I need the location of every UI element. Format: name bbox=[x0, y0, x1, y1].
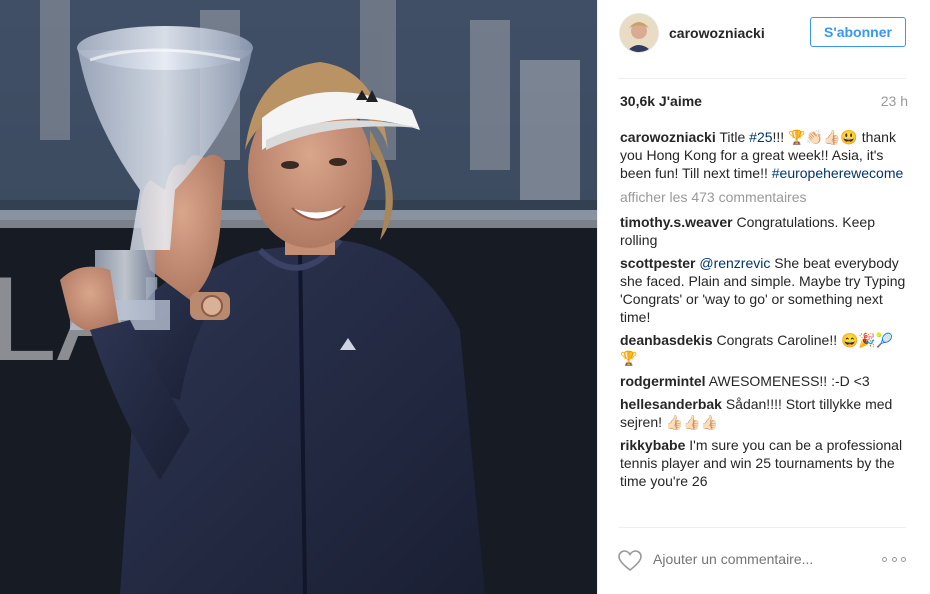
add-comment-input[interactable] bbox=[653, 551, 853, 567]
heart-icon[interactable] bbox=[618, 550, 642, 572]
comment-bar bbox=[618, 541, 908, 581]
comment-username[interactable]: hellesanderbak bbox=[620, 396, 722, 412]
comments-list[interactable]: carowozniacki Title #25!!! 🏆👏🏻👍🏻😃 thank … bbox=[620, 128, 906, 526]
caption-username[interactable]: carowozniacki bbox=[620, 129, 716, 145]
comments-divider bbox=[618, 527, 906, 528]
comment-item: rodgermintel AWESOMENESS!! :-D <3 bbox=[620, 372, 906, 390]
follow-button[interactable]: S'abonner bbox=[810, 17, 906, 47]
comment-username[interactable]: scottpester bbox=[620, 255, 695, 271]
header-divider bbox=[618, 78, 906, 79]
comment-item: deanbasdekis Congrats Caroline!! 😄🎉🎾🏆 bbox=[620, 331, 906, 367]
instagram-post: LAUDE bbox=[0, 0, 930, 594]
avatar-image bbox=[620, 14, 658, 52]
load-more-comments-link[interactable]: afficher les 473 commentaires bbox=[620, 188, 906, 206]
post-author-username[interactable]: carowozniacki bbox=[669, 25, 765, 41]
dot bbox=[891, 557, 897, 562]
hashtag-link[interactable]: #europeherewecome bbox=[772, 165, 904, 181]
comment-username[interactable]: rodgermintel bbox=[620, 373, 706, 389]
comment-item: scottpester @renzrevic She beat everybod… bbox=[620, 254, 906, 326]
comment-username[interactable]: timothy.s.weaver bbox=[620, 214, 733, 230]
avatar[interactable] bbox=[620, 14, 658, 52]
comment-item: rikkybabe I'm sure you can be a professi… bbox=[620, 436, 906, 490]
caption-text-1: Title bbox=[715, 129, 750, 145]
likes-count[interactable]: 30,6k J'aime bbox=[620, 93, 702, 109]
post-stats: 30,6k J'aime 23 h bbox=[620, 93, 908, 109]
comment-username[interactable]: rikkybabe bbox=[620, 437, 685, 453]
comment-username[interactable]: deanbasdekis bbox=[620, 332, 713, 348]
post-sidebar: carowozniacki S'abonner 30,6k J'aime 23 … bbox=[597, 0, 930, 594]
more-options-icon[interactable] bbox=[882, 557, 906, 563]
post-photo[interactable]: LAUDE bbox=[0, 0, 597, 594]
post-header: carowozniacki S'abonner bbox=[598, 0, 930, 78]
dot bbox=[882, 557, 887, 562]
post-timestamp[interactable]: 23 h bbox=[881, 93, 908, 109]
comment-text: AWESOMENESS!! :-D <3 bbox=[705, 373, 870, 389]
hashtag-link[interactable]: #25 bbox=[749, 129, 772, 145]
comment-item: hellesanderbak Sådan!!!! Stort tillykke … bbox=[620, 395, 906, 431]
comment-item: timothy.s.weaver Congratulations. Keep r… bbox=[620, 213, 906, 249]
tennis-trophy-photo: LAUDE bbox=[0, 0, 597, 594]
mention-link[interactable]: @renzrevic bbox=[699, 255, 770, 271]
dot bbox=[901, 557, 906, 562]
caption: carowozniacki Title #25!!! 🏆👏🏻👍🏻😃 thank … bbox=[620, 128, 906, 182]
